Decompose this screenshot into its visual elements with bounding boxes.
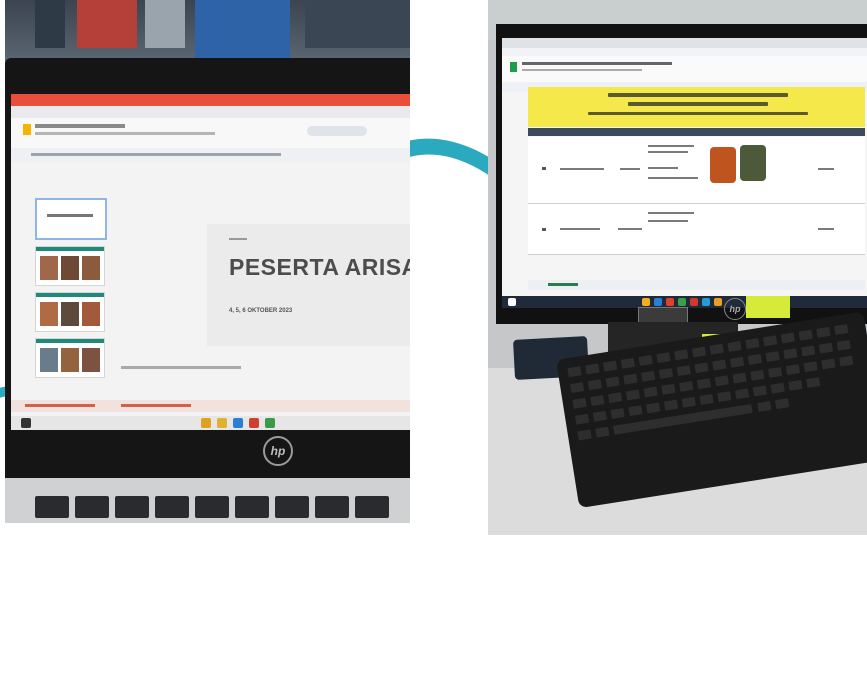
speaker-notes xyxy=(121,366,241,369)
browser-address-bar xyxy=(502,48,867,56)
browser-tab-bar xyxy=(11,94,410,106)
spreadsheet-column-headers xyxy=(528,128,865,136)
sheets-header xyxy=(502,56,867,82)
slide-thumbnail-panel xyxy=(21,168,107,428)
slide-thumbnail xyxy=(35,246,105,286)
sticky-note xyxy=(746,296,790,318)
photo-monitor-spreadsheet: hp xyxy=(488,0,867,535)
hp-logo: hp xyxy=(263,436,293,466)
laptop-screen: PESERTA ARISAN 4, 5, 6 OKTOBER 2023 xyxy=(11,94,410,430)
photo-laptop-presentation: PESERTA ARISAN 4, 5, 6 OKTOBER 2023 hp xyxy=(5,0,410,523)
slides-toolbar xyxy=(11,148,410,162)
hp-logo: hp xyxy=(724,298,746,320)
current-slide: PESERTA ARISAN 4, 5, 6 OKTOBER 2023 xyxy=(207,224,410,346)
browser-tab-bar xyxy=(502,38,867,48)
slide-thumbnail xyxy=(35,198,107,240)
asset-sticker xyxy=(638,307,688,323)
table-row xyxy=(528,137,865,204)
slide-title: PESERTA ARISAN xyxy=(229,254,410,280)
sheet-tabs-bar xyxy=(528,280,865,290)
sheet-tabs-bar xyxy=(11,400,410,412)
slides-document-header xyxy=(11,118,410,148)
windows-taskbar xyxy=(11,416,410,430)
slide-subtitle: 4, 5, 6 OKTOBER 2023 xyxy=(229,308,293,314)
slide-thumbnail xyxy=(35,338,105,378)
slide-thumbnail xyxy=(35,292,105,332)
spreadsheet-title-block xyxy=(528,87,865,127)
browser-address-bar xyxy=(11,106,410,118)
table-row xyxy=(528,204,865,255)
